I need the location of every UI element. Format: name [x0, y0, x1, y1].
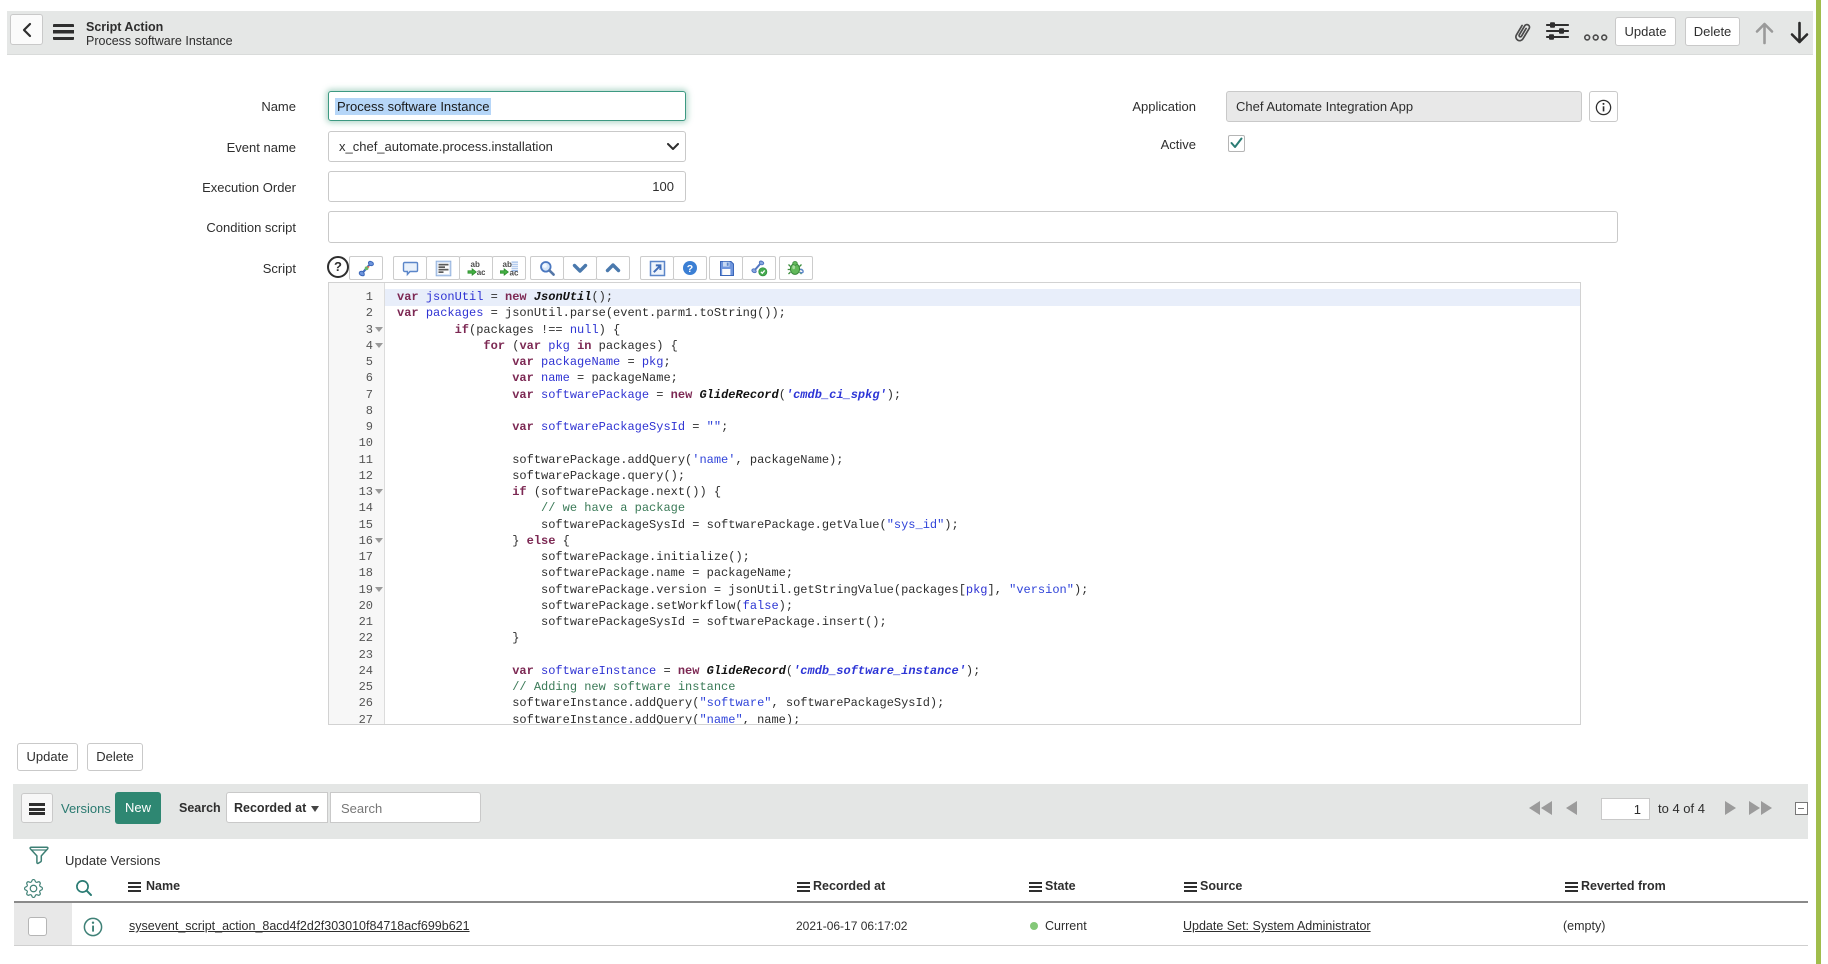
svg-text:ac: ac — [509, 269, 518, 278]
svg-text:?: ? — [687, 263, 693, 275]
svg-text:ac: ac — [477, 268, 485, 277]
